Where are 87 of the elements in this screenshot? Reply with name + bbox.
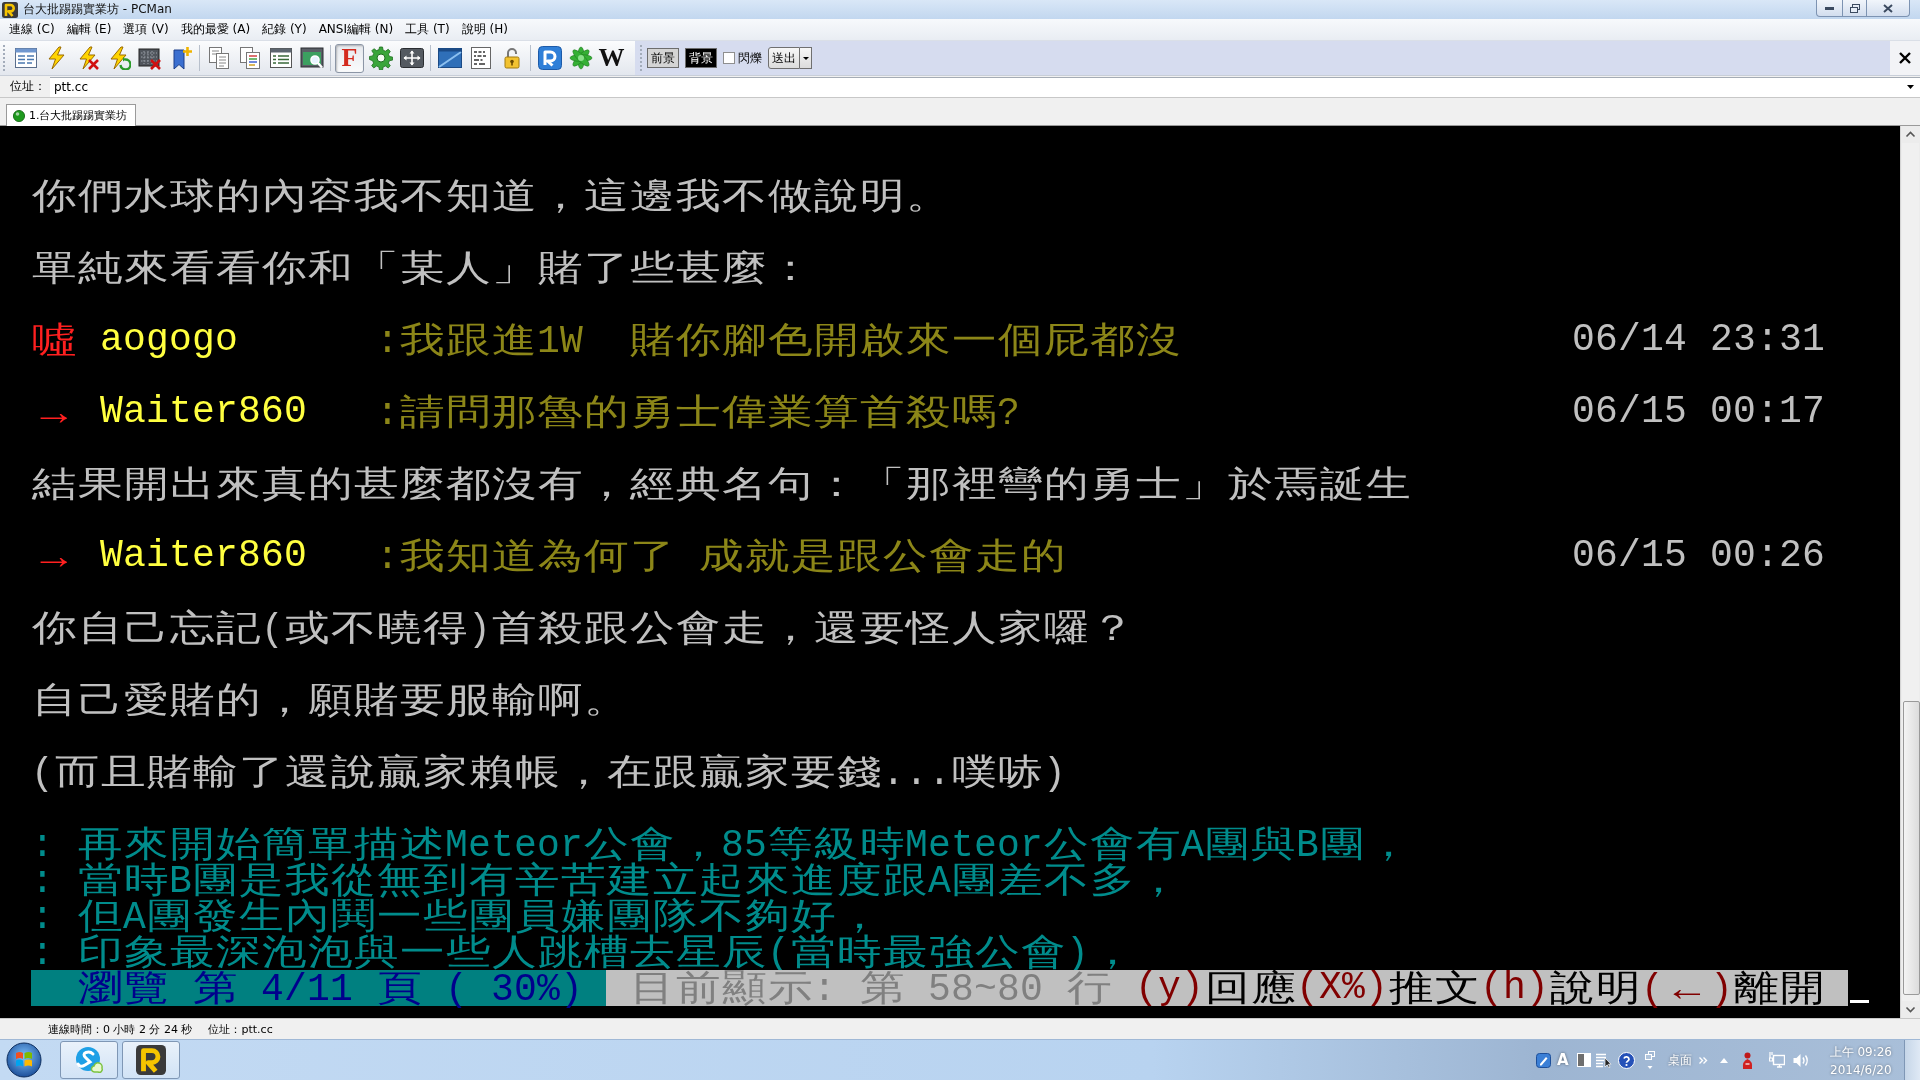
start-button[interactable] — [4, 1040, 44, 1080]
background-button[interactable]: 背景 — [685, 48, 717, 68]
scrollbar-thumb[interactable] — [1903, 701, 1920, 995]
menu-item[interactable]: 工具 (T) — [399, 19, 456, 40]
window-icon[interactable] — [437, 46, 462, 70]
pager-key[interactable]: (y) — [1135, 970, 1204, 1006]
close-icon[interactable] — [1899, 52, 1911, 64]
menu-item[interactable]: 連線 (C) — [3, 19, 61, 40]
menu-item[interactable]: 說明 (H) — [455, 19, 514, 40]
app-logo-icon — [136, 1045, 166, 1075]
letter-button[interactable]: F — [335, 43, 364, 73]
window-title: 台大批踢踢實業坊 - PCMan — [23, 1, 172, 18]
post-text: 自己愛賭的，願賭要服輸啊。 — [31, 682, 629, 718]
push-content: :請問那魯的勇士偉業算首殺嗎? — [376, 394, 1020, 430]
flower-icon[interactable] — [568, 46, 593, 70]
push-content: :我跟進1W 賭你腳色開啟來一個屁都沒 — [376, 322, 1181, 358]
menu-item[interactable]: 編輯 (E) — [60, 19, 118, 40]
pager-position: 瀏覽 第 4/11 頁 ( 30%) — [31, 970, 606, 1006]
post-text: 單純來看看你和「某人」賭了些甚麼： — [31, 250, 813, 286]
figure-icon[interactable] — [1740, 1051, 1754, 1069]
close-icon — [1883, 3, 1893, 13]
checkbox-label: 閃爍 — [738, 49, 762, 67]
taskbar-button[interactable] — [122, 1041, 180, 1079]
minimize-button[interactable] — [1816, 0, 1843, 17]
caret-icon — [802, 56, 809, 60]
push-user: Waiter860 — [100, 538, 307, 574]
code-document-icon[interactable] — [468, 46, 493, 70]
foreground-button[interactable]: 前景 — [647, 48, 679, 68]
post-text: 你自己忘記(或不曉得)首殺跟公會走，還要怪人家囉？ — [31, 610, 1135, 646]
post-text: 結果開出來真的甚麼都沒有，經典名句：「那裡彎的勇士」於焉誕生 — [31, 466, 1411, 502]
push-user: aogogo — [100, 322, 238, 358]
push-tag: → — [31, 394, 77, 430]
restore-icon — [1849, 3, 1860, 13]
pager-key[interactable]: (X%) — [1296, 970, 1388, 1006]
quoted-text: : 當時B團是我從無到有辛苦建立起來進度跟A團差不多， — [31, 862, 1181, 898]
pager-key[interactable]: (←) — [1641, 970, 1733, 1006]
quoted-text: : 再來開始簡單描述Meteor公會，85等級時Meteor公會有A團與B團， — [31, 826, 1411, 862]
pager-action: 離開 — [1733, 970, 1848, 1006]
pager-action: 推文 — [1388, 970, 1480, 1006]
list-pointer-icon[interactable] — [1595, 1052, 1612, 1068]
menu-item[interactable]: 選項 (V) — [117, 19, 175, 40]
cursor-icon — [1850, 1000, 1869, 1003]
blink-checkbox[interactable] — [723, 52, 735, 64]
window-search-icon[interactable] — [299, 46, 324, 70]
grid-cross-icon[interactable] — [137, 46, 162, 70]
menu-item[interactable]: 我的最愛 (A) — [174, 19, 257, 40]
push-time: 06/15 00:17 — [1572, 394, 1825, 430]
move-arrows-icon[interactable] — [399, 46, 424, 70]
app-logo-icon[interactable] — [537, 46, 562, 70]
pager-action: 說明 — [1549, 970, 1641, 1006]
menu-item[interactable]: ANSI編輯 (N) — [312, 19, 400, 40]
half-square-icon[interactable] — [1576, 1053, 1591, 1067]
document-icon[interactable] — [237, 46, 262, 70]
list-window-icon[interactable] — [268, 46, 293, 70]
push-user: Waiter860 — [100, 394, 307, 430]
start-orb-icon — [6, 1042, 42, 1078]
send-button[interactable]: 送出 — [768, 47, 800, 69]
quoted-text: : 但A團發生內鬨一些團員嫌團隊不夠好， — [31, 898, 882, 934]
address-field[interactable]: ptt.cc — [50, 76, 1920, 97]
close-button[interactable] — [1866, 0, 1910, 17]
pager-range: 目前顯示: 第 58~80 行 — [606, 970, 1135, 1006]
window-list-icon[interactable] — [13, 46, 38, 70]
dropdown-button[interactable] — [800, 47, 812, 69]
cloud-logo-icon — [73, 1044, 105, 1076]
help-icon[interactable] — [1617, 1051, 1635, 1069]
gear-icon[interactable] — [368, 46, 393, 70]
post-text: 你們水球的內容我不知道，這邊我不做說明。 — [31, 178, 951, 214]
app-logo-icon — [2, 1, 18, 18]
connection-tab[interactable]: 1.台大批踢踢實業坊 — [6, 104, 136, 126]
push-time: 06/14 23:31 — [1572, 322, 1825, 358]
address-label: 位址： — [10, 78, 47, 95]
menu-item[interactable]: 紀錄 (Y) — [256, 19, 313, 40]
pager-key[interactable]: (h) — [1480, 970, 1549, 1006]
pen-icon[interactable] — [1536, 1052, 1551, 1068]
minimize-icon — [1825, 6, 1834, 10]
connection-time: 連線時間：0 小時 2 分 24 秒 — [48, 1021, 193, 1037]
letter-button[interactable]: W — [597, 43, 626, 73]
push-content: :我知道為何了 成就是跟公會走的 — [376, 538, 1066, 574]
pager-action: 回應 — [1204, 970, 1296, 1006]
post-text: (而且賭輸了還說贏家賴帳，在跟贏家要錢...噗哧) — [31, 754, 1066, 790]
push-tag: 噓 — [31, 322, 77, 358]
copy-icon[interactable] — [206, 46, 231, 70]
status-address: 位址：ptt.cc — [208, 1021, 273, 1037]
push-time: 06/15 00:26 — [1572, 538, 1825, 574]
dropdown-icon[interactable] — [1907, 85, 1914, 89]
push-tag: → — [31, 538, 77, 574]
maximize-button[interactable] — [1842, 0, 1867, 17]
